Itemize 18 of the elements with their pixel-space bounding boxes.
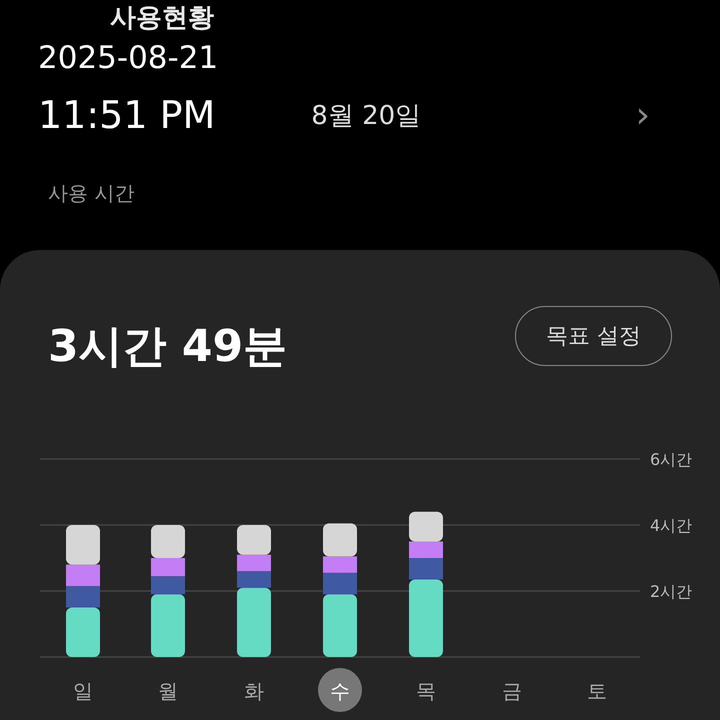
date-text: 2025-08-21 (38, 40, 218, 76)
day-label[interactable]: 금 (502, 679, 522, 703)
day-label[interactable]: 목 (416, 679, 436, 703)
axis-label: 6시간 (650, 450, 692, 469)
day-label[interactable]: 화 (244, 679, 264, 703)
day-label[interactable]: 일 (73, 679, 93, 703)
axis-label: 4시간 (650, 516, 692, 535)
day-label[interactable]: 월 (158, 679, 178, 703)
day-label[interactable]: 토 (587, 679, 607, 703)
day-label: 8월 20일 (311, 100, 422, 132)
section-label: 사용 시간 (48, 180, 134, 207)
day-label[interactable]: 수 (330, 679, 350, 703)
goal-setting-button[interactable]: 목표 설정 (515, 306, 672, 366)
total-usage-time: 3시간 49분 (48, 320, 288, 374)
axis-label: 2시간 (650, 582, 692, 601)
next-button[interactable]: › (636, 94, 650, 136)
screen-title: 사용현황 (109, 2, 214, 32)
time-text: 11:51 PM (38, 93, 216, 137)
